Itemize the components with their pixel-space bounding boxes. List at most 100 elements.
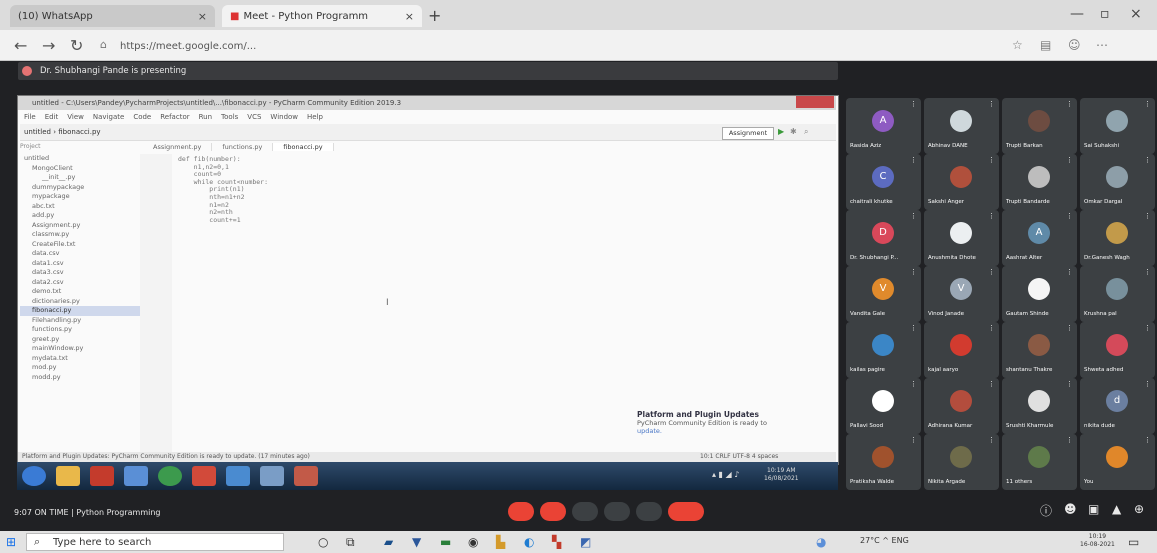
- tree-item[interactable]: MongoClient: [20, 164, 140, 174]
- app-icon[interactable]: [124, 466, 148, 486]
- forward-icon[interactable]: →: [42, 36, 55, 55]
- more-options-icon[interactable]: ⋮: [988, 268, 995, 276]
- participant-tile[interactable]: ⋮ Srushti Kharmule: [1002, 378, 1077, 434]
- menu-item-view[interactable]: View: [67, 113, 84, 121]
- more-options-icon[interactable]: ⋮: [1144, 324, 1151, 332]
- app-icon[interactable]: [260, 466, 284, 486]
- participant-tile[interactable]: ⋮ Krushna pal: [1080, 266, 1155, 322]
- menu-item-navigate[interactable]: Navigate: [93, 113, 124, 121]
- tree-item[interactable]: add.py: [20, 211, 140, 221]
- start-orb-icon[interactable]: [22, 466, 46, 486]
- menu-item-refactor[interactable]: Refactor: [160, 113, 189, 121]
- tree-item[interactable]: modd.py: [20, 373, 140, 383]
- present-button[interactable]: [604, 502, 630, 521]
- run-config-select[interactable]: Assignment: [722, 127, 774, 140]
- leave-call-button[interactable]: [668, 502, 704, 521]
- more-options-icon[interactable]: ⋮: [910, 212, 917, 220]
- more-options-icon[interactable]: ⋮: [988, 212, 995, 220]
- more-options-icon[interactable]: ⋮: [910, 436, 917, 444]
- folder-icon[interactable]: [56, 466, 80, 486]
- menu-item-code[interactable]: Code: [133, 113, 151, 121]
- app-icon[interactable]: ▬: [440, 535, 451, 549]
- cortana-icon[interactable]: ○: [318, 535, 328, 549]
- participant-tile[interactable]: d ⋮ nikita dude: [1080, 378, 1155, 434]
- tree-item[interactable]: greet.py: [20, 335, 140, 345]
- editor-tab[interactable]: fibonacci.py: [273, 143, 334, 151]
- editor-tab[interactable]: functions.py: [212, 143, 274, 151]
- tree-item[interactable]: fibonacci.py: [20, 306, 140, 316]
- more-options-icon[interactable]: ⋮: [1144, 436, 1151, 444]
- tab-meet[interactable]: ■ Meet - Python Programm ×: [222, 5, 422, 27]
- more-options-icon[interactable]: ⋮: [1066, 324, 1073, 332]
- tree-item[interactable]: CreateFile.txt: [20, 240, 140, 250]
- participant-tile[interactable]: ⋮ Sai Suhakshi: [1080, 98, 1155, 154]
- tree-item[interactable]: mydata.txt: [20, 354, 140, 364]
- word-icon[interactable]: ▼: [412, 535, 421, 549]
- participant-tile[interactable]: ⋮ shantanu Thakre: [1002, 322, 1077, 378]
- participant-tile[interactable]: ⋮ Sakshi Anger: [924, 154, 999, 210]
- maximize-icon[interactable]: ▫: [1100, 6, 1110, 22]
- tab-whatsapp[interactable]: (10) WhatsApp ×: [10, 5, 215, 27]
- more-options-icon[interactable]: ⋮: [1066, 156, 1073, 164]
- close-icon[interactable]: ×: [198, 10, 207, 23]
- tree-item[interactable]: classmw.py: [20, 230, 140, 240]
- back-icon[interactable]: ←: [14, 36, 27, 55]
- tree-item[interactable]: __init__.py: [20, 173, 140, 183]
- more-options-icon[interactable]: ⋮: [1144, 156, 1151, 164]
- app-icon[interactable]: [192, 466, 216, 486]
- tree-item[interactable]: data3.csv: [20, 268, 140, 278]
- more-options-icon[interactable]: ⋮: [1144, 100, 1151, 108]
- new-tab-icon[interactable]: +: [428, 6, 441, 25]
- debug-icon[interactable]: ✱: [790, 127, 797, 136]
- participant-tile[interactable]: ⋮ Trupti Bandarde: [1002, 154, 1077, 210]
- taskbar-search-input[interactable]: Type here to search: [26, 533, 284, 551]
- search-icon[interactable]: ⌕: [804, 127, 808, 137]
- chat-icon[interactable]: ▣: [1088, 502, 1099, 516]
- close-window-icon[interactable]: ×: [1130, 6, 1142, 22]
- chrome-taskbar-icon[interactable]: ◉: [468, 535, 478, 549]
- more-options-icon[interactable]: ⋮: [910, 156, 917, 164]
- more-options-icon[interactable]: ⋮: [910, 324, 917, 332]
- more-options-icon[interactable]: ⋮: [1144, 380, 1151, 388]
- participant-tile[interactable]: ⋮ Shweta adhed: [1080, 322, 1155, 378]
- participant-tile[interactable]: ⋮ You: [1080, 434, 1155, 490]
- participant-tile[interactable]: V ⋮ Vinod Janade: [924, 266, 999, 322]
- close-icon[interactable]: ×: [405, 10, 414, 23]
- tree-item[interactable]: data1.csv: [20, 259, 140, 269]
- tree-item[interactable]: Filehandling.py: [20, 316, 140, 326]
- pycharm-taskbar-icon[interactable]: [294, 466, 318, 486]
- menu-item-vcs[interactable]: VCS: [247, 113, 261, 121]
- chrome-icon[interactable]: [158, 466, 182, 486]
- tree-item[interactable]: functions.py: [20, 325, 140, 335]
- lock-icon[interactable]: ⊕: [1134, 502, 1144, 516]
- profile-icon[interactable]: ☺: [1068, 38, 1081, 52]
- tree-item[interactable]: dummypackage: [20, 183, 140, 193]
- pdf-icon[interactable]: [90, 466, 114, 486]
- info-icon[interactable]: ⓘ: [1040, 502, 1052, 519]
- weather-icon[interactable]: ◕: [816, 535, 826, 549]
- reload-icon[interactable]: ↻: [70, 36, 83, 55]
- windows-start-icon[interactable]: ⊞: [6, 535, 16, 549]
- more-options-icon[interactable]: ⋮: [910, 380, 917, 388]
- more-options-icon[interactable]: ⋮: [1144, 268, 1151, 276]
- tree-item[interactable]: abc.txt: [20, 202, 140, 212]
- participant-tile[interactable]: A ⋮ Aashrat Alter: [1002, 210, 1077, 266]
- more-options-icon[interactable]: ⋮: [988, 100, 995, 108]
- menu-item-window[interactable]: Window: [270, 113, 298, 121]
- menu-item-help[interactable]: Help: [307, 113, 323, 121]
- tree-item[interactable]: dictionaries.py: [20, 297, 140, 307]
- mic-button[interactable]: [508, 502, 534, 521]
- participant-tile[interactable]: ⋮ kailas pagire: [846, 322, 921, 378]
- store-icon[interactable]: ▰: [384, 535, 393, 549]
- camera-button[interactable]: [540, 502, 566, 521]
- participant-tile[interactable]: V ⋮ Vandita Gale: [846, 266, 921, 322]
- participant-tile[interactable]: C ⋮ chaitrali khutke: [846, 154, 921, 210]
- update-link[interactable]: update.: [637, 427, 817, 435]
- more-options-icon[interactable]: ⋮: [1066, 380, 1073, 388]
- more-options-icon[interactable]: ⋮: [910, 100, 917, 108]
- app-icon[interactable]: [226, 466, 250, 486]
- captions-button[interactable]: [572, 502, 598, 521]
- tree-item[interactable]: mypackage: [20, 192, 140, 202]
- tree-item[interactable]: data2.csv: [20, 278, 140, 288]
- participant-tile[interactable]: ⋮ Adhirana Kumar: [924, 378, 999, 434]
